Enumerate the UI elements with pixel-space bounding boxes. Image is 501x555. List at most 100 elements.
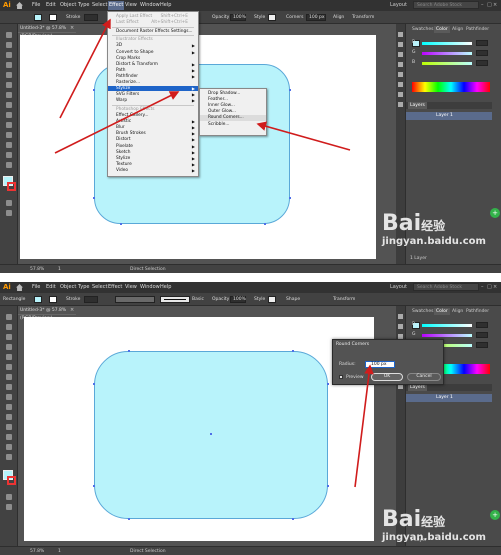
- anchor-point[interactable]: [289, 89, 291, 91]
- scale-tool-icon[interactable]: [6, 142, 12, 148]
- green-value-field[interactable]: [476, 50, 488, 56]
- rectangle-tool-icon[interactable]: [6, 92, 12, 98]
- anchor-point[interactable]: [292, 350, 294, 352]
- menu-window[interactable]: Window: [140, 2, 160, 9]
- brushes-panel-icon[interactable]: [398, 52, 403, 57]
- menu-item-texture[interactable]: Texture ▶: [108, 162, 198, 167]
- red-value-field[interactable]: [476, 40, 488, 46]
- menu-file[interactable]: File: [32, 2, 40, 9]
- page-number[interactable]: 1: [58, 549, 61, 554]
- anchor-point[interactable]: [327, 485, 329, 487]
- menu-item-round-corners[interactable]: Round Corners...: [200, 115, 266, 121]
- line-tool-icon[interactable]: [6, 82, 12, 88]
- type-tool-icon[interactable]: [6, 72, 12, 78]
- menu-edit[interactable]: Edit: [46, 2, 56, 9]
- anchor-point[interactable]: [128, 518, 130, 520]
- drawing-mode-icon[interactable]: [6, 494, 12, 500]
- blue-value-field[interactable]: [476, 60, 488, 66]
- menu-item-outer-glow[interactable]: Outer Glow...: [200, 109, 266, 114]
- red-value-field[interactable]: [476, 322, 488, 328]
- rotate-tool-icon[interactable]: [6, 132, 12, 138]
- properties-panel-icon[interactable]: [398, 32, 403, 37]
- tab-pathfinder[interactable]: Pathfinder: [464, 26, 491, 33]
- stock-search-input[interactable]: Search Adobe Stock: [413, 1, 479, 9]
- appearance-panel-icon[interactable]: [398, 82, 403, 87]
- stroke-swatch[interactable]: [49, 296, 57, 303]
- opacity-field[interactable]: 100%: [230, 14, 246, 21]
- libraries-panel-icon[interactable]: [398, 42, 403, 47]
- magic-wand-tool-icon[interactable]: [6, 52, 12, 58]
- anchor-point[interactable]: [292, 518, 294, 520]
- style-swatch[interactable]: [268, 14, 276, 21]
- menu-item-feather[interactable]: Feather...: [200, 97, 266, 102]
- anchor-point[interactable]: [93, 197, 95, 199]
- page-number[interactable]: 1: [58, 267, 61, 272]
- artboard[interactable]: [24, 317, 374, 541]
- drawing-mode-icon[interactable]: [6, 200, 12, 206]
- zoom-level[interactable]: 57.8%: [30, 267, 44, 272]
- menu-object[interactable]: Object: [60, 284, 76, 291]
- width-tool-icon[interactable]: [6, 434, 12, 440]
- menu-item-blur[interactable]: Blur ▶: [108, 125, 198, 130]
- red-slider[interactable]: [422, 324, 472, 327]
- menu-file[interactable]: File: [32, 284, 40, 291]
- anchor-point[interactable]: [120, 223, 122, 225]
- menu-item-artistic[interactable]: Artistic ▶: [108, 119, 198, 124]
- red-slider[interactable]: [422, 42, 472, 45]
- home-icon[interactable]: [16, 284, 23, 291]
- fill-swatch[interactable]: [34, 296, 42, 303]
- opacity-field[interactable]: 100%: [230, 296, 246, 303]
- menu-item-stylize[interactable]: Stylize ▶: [108, 86, 198, 92]
- menu-item-stylize[interactable]: Stylize ▶: [108, 156, 198, 161]
- document-tab[interactable]: Untitled-3* @ 57.8% (RGB/Preview): [18, 25, 76, 39]
- menu-edit[interactable]: Edit: [46, 284, 56, 291]
- menu-item-distort-transform[interactable]: Distort & Transform ▶: [108, 62, 198, 67]
- minimize-icon[interactable]: –: [481, 284, 486, 290]
- green-slider[interactable]: [422, 334, 472, 337]
- cancel-button[interactable]: Cancel: [407, 373, 441, 381]
- menu-item-distort[interactable]: Distort ▶: [108, 137, 198, 142]
- menu-item-convert-to-shape[interactable]: Convert to Shape ▶: [108, 50, 198, 55]
- properties-panel-icon[interactable]: [398, 314, 403, 319]
- rectangle-tool-icon[interactable]: [6, 374, 12, 380]
- anchor-point[interactable]: [128, 350, 130, 352]
- tab-align[interactable]: Align: [450, 308, 465, 315]
- anchor-point[interactable]: [93, 89, 95, 91]
- menu-view[interactable]: View: [125, 284, 137, 291]
- menu-effect[interactable]: Effect: [108, 284, 122, 291]
- menu-item-drop-shadow[interactable]: Drop Shadow...: [200, 91, 266, 96]
- maximize-icon[interactable]: □: [487, 2, 492, 8]
- maximize-icon[interactable]: □: [487, 284, 492, 290]
- blue-value-field[interactable]: [476, 342, 488, 348]
- anchor-point[interactable]: [264, 223, 266, 225]
- menu-item-document-raster-effects-settings[interactable]: Document Raster Effects Settings...: [108, 29, 198, 34]
- menu-help[interactable]: Help: [160, 2, 171, 9]
- eyedropper-tool-icon[interactable]: [6, 162, 12, 168]
- green-slider[interactable]: [422, 52, 472, 55]
- layer-row[interactable]: Layer 1: [406, 394, 492, 402]
- eraser-tool-icon[interactable]: [6, 404, 12, 410]
- tab-swatches[interactable]: Swatches: [410, 26, 436, 33]
- menu-item-warp[interactable]: Warp ▶: [108, 98, 198, 103]
- tab-pathfinder[interactable]: Pathfinder: [464, 308, 491, 315]
- menu-item-scribble[interactable]: Scribble...: [200, 122, 266, 127]
- anchor-point[interactable]: [327, 383, 329, 385]
- stroke-weight-field[interactable]: [84, 296, 98, 303]
- menu-item-inner-glow[interactable]: Inner Glow...: [200, 103, 266, 108]
- stock-search-input[interactable]: Search Adobe Stock: [413, 283, 479, 291]
- align-label[interactable]: Align: [333, 15, 344, 20]
- transform-label[interactable]: Transform: [333, 297, 355, 302]
- home-icon[interactable]: [16, 2, 23, 9]
- menu-item-rasterize[interactable]: Rasterize...: [108, 80, 198, 85]
- layer-row[interactable]: Layer 1: [406, 112, 492, 120]
- rounded-rectangle[interactable]: [94, 351, 328, 519]
- width-tool-icon[interactable]: [6, 152, 12, 158]
- tab-align[interactable]: Align: [450, 26, 465, 33]
- pencil-tool-icon[interactable]: [6, 394, 12, 400]
- menu-item-sketch[interactable]: Sketch ▶: [108, 150, 198, 155]
- rotate-tool-icon[interactable]: [6, 414, 12, 420]
- zoom-level[interactable]: 57.8%: [30, 549, 44, 554]
- pen-tool-icon[interactable]: [6, 62, 12, 68]
- eyedropper-tool-icon[interactable]: [6, 444, 12, 450]
- style-swatch[interactable]: [268, 296, 276, 303]
